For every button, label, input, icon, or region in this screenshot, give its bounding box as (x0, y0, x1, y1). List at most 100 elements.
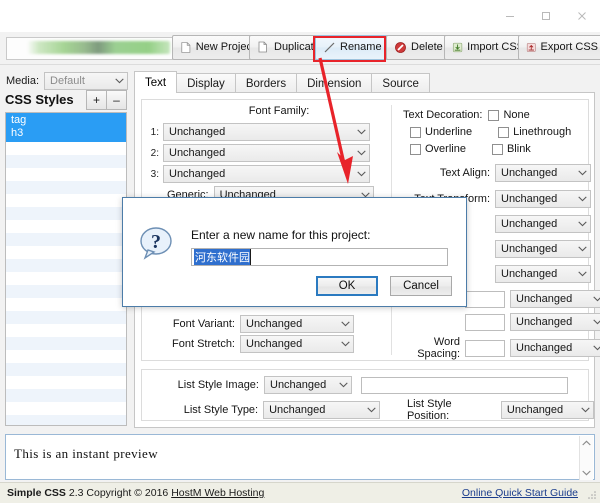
project-name-input[interactable]: 河东软件园 (191, 248, 448, 266)
font-family-select-1[interactable]: Unchanged (163, 123, 370, 141)
list-item[interactable]: tag (11, 114, 126, 127)
right-field-5-select[interactable]: Unchanged (495, 265, 591, 283)
text-decoration-row-3: Overline Blink (410, 143, 531, 155)
checkbox-none[interactable] (488, 109, 500, 121)
remove-style-button[interactable]: – (106, 90, 127, 110)
import-css-label: Import CSS (467, 40, 524, 53)
text-decoration-overline-label: Overline (425, 143, 466, 155)
scroll-down-icon[interactable] (582, 468, 591, 478)
hostm-link[interactable]: HostM Web Hosting (171, 487, 264, 499)
right-field-4-select[interactable]: Unchanged (495, 240, 591, 258)
right-field-7-select[interactable]: Unchanged (510, 313, 600, 331)
text-transform-select[interactable]: Unchanged (495, 190, 591, 208)
main-toolbar: New Project Duplicate Rename Delete Impo… (0, 32, 600, 65)
list-stripe (6, 220, 126, 233)
duplicate-label: Duplicate (274, 40, 320, 53)
font-family-value-3: Unchanged (169, 168, 226, 180)
chevron-down-icon (592, 343, 600, 354)
export-css-button[interactable]: Export CSS (518, 35, 600, 60)
chevron-down-icon (592, 294, 600, 305)
delete-icon (395, 42, 406, 53)
checkbox-overline[interactable] (410, 143, 421, 155)
list-stripe (6, 142, 126, 155)
list-style-image-url-input[interactable] (361, 376, 568, 394)
font-variant-row: Font Variant: Unchanged (163, 315, 354, 333)
list-stripe (6, 285, 126, 298)
right-field-7-input[interactable] (465, 313, 505, 331)
css-styles-title: CSS Styles (5, 92, 74, 107)
export-css-icon (526, 43, 536, 52)
tab-dimension[interactable]: Dimension (296, 73, 373, 93)
text-decoration-overline[interactable]: Overline (410, 143, 466, 155)
right-field-6-input[interactable] (465, 290, 505, 308)
status-bar: Simple CSS 2.3 Copyright © 2016 HostM We… (0, 482, 600, 503)
checkbox-underline[interactable] (410, 126, 421, 138)
list-item[interactable]: h3 (11, 127, 126, 140)
checkbox-blink[interactable] (491, 143, 503, 155)
font-family-select-2[interactable]: Unchanged (163, 144, 370, 162)
chevron-down-icon (577, 168, 588, 179)
tab-borders[interactable]: Borders (234, 73, 298, 93)
minimize-icon[interactable] (492, 0, 528, 32)
text-align-value: Unchanged (501, 167, 558, 179)
right-field-3-select[interactable]: Unchanged (495, 215, 591, 233)
font-stretch-row: Font Stretch: Unchanged (163, 335, 354, 353)
cancel-button[interactable]: Cancel (390, 276, 452, 296)
text-decoration-underline[interactable]: Underline (410, 126, 472, 138)
list-stripe (6, 415, 126, 425)
maximize-icon[interactable] (528, 0, 564, 32)
font-family-row-2: 2: Unchanged (149, 144, 370, 162)
font-family-row-3-number: 3: (150, 168, 159, 180)
list-stripe (6, 402, 126, 415)
text-align-select[interactable]: Unchanged (495, 164, 591, 182)
word-spacing-unit-select[interactable]: Unchanged (510, 339, 600, 357)
chevron-down-icon (338, 380, 349, 391)
scroll-up-icon[interactable] (582, 438, 591, 448)
css-styles-list[interactable]: tag h3 (5, 112, 127, 426)
import-css-icon (452, 42, 463, 53)
font-variant-select[interactable]: Unchanged (240, 315, 354, 333)
duplicate-icon (258, 41, 267, 53)
project-name-field[interactable] (6, 37, 173, 60)
chevron-down-icon (356, 169, 367, 180)
checkbox-linethrough[interactable] (498, 126, 510, 138)
chevron-down-icon (580, 405, 591, 416)
preview-scrollbar[interactable] (579, 436, 593, 480)
font-variant-label: Font Variant: (172, 318, 235, 330)
list-stripe (6, 181, 126, 194)
right-field-6-select[interactable]: Unchanged (510, 290, 600, 308)
close-icon[interactable] (564, 0, 600, 32)
font-stretch-select[interactable]: Unchanged (240, 335, 354, 353)
rename-icon (324, 42, 335, 53)
right-field-5-value: Unchanged (501, 268, 558, 280)
font-family-select-3[interactable]: Unchanged (163, 165, 370, 183)
tab-text[interactable]: Text (134, 71, 178, 93)
media-select[interactable]: Default (44, 72, 129, 90)
word-spacing-input[interactable] (465, 339, 505, 357)
chevron-down-icon (340, 319, 351, 330)
add-style-button[interactable]: + (86, 90, 107, 110)
text-decoration-blink[interactable]: Blink (491, 143, 531, 155)
instant-preview-panel[interactable]: This is an instant preview (5, 434, 595, 480)
ok-button[interactable]: OK (316, 276, 378, 296)
list-stripe (6, 194, 126, 207)
text-decoration-none[interactable]: None (488, 109, 530, 121)
list-stripe (6, 233, 126, 246)
list-stripe (6, 350, 126, 363)
list-style-position-select[interactable]: Unchanged (500, 401, 594, 419)
tab-source[interactable]: Source (371, 73, 430, 93)
chevron-down-icon (592, 317, 600, 328)
font-family-value-2: Unchanged (169, 147, 226, 159)
list-style-image-select[interactable]: Unchanged (264, 376, 352, 394)
status-version: 2.3 (68, 487, 84, 499)
word-spacing-row: Word Spacing: Unchanged (390, 336, 600, 360)
text-decoration-linethrough[interactable]: Linethrough (498, 126, 571, 138)
right-field-6-value: Unchanged (516, 293, 573, 305)
tab-display[interactable]: Display (176, 73, 236, 93)
resize-grip[interactable] (586, 489, 598, 501)
right-field-7-value: Unchanged (516, 316, 573, 328)
quick-start-guide-link[interactable]: Online Quick Start Guide (462, 487, 578, 499)
status-app-name: Simple CSS (7, 487, 66, 499)
list-item-selected-group[interactable]: tag h3 (6, 113, 126, 142)
list-style-type-select[interactable]: Unchanged (263, 401, 380, 419)
